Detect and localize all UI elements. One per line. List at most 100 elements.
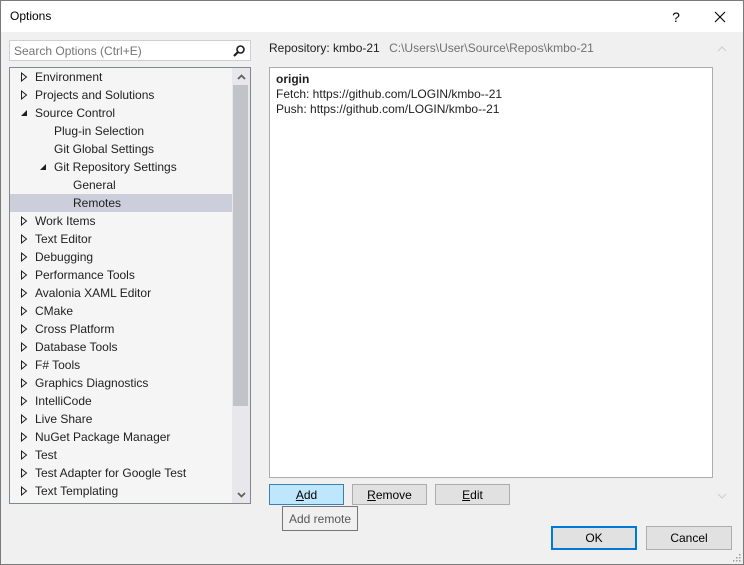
tree-item-label: Database Tools xyxy=(35,340,118,354)
remove-label-rest: emove xyxy=(375,487,412,502)
repository-label: Repository: kmbo-21 xyxy=(269,41,380,55)
tree-item-label: NuGet Package Manager xyxy=(35,430,171,444)
collapsed-triangle-icon[interactable] xyxy=(19,320,29,338)
tree-item-label: Source Control xyxy=(35,106,116,120)
options-tree: Environment Projects and Solutions Source … xyxy=(9,67,251,504)
tree-item[interactable]: Environment xyxy=(10,68,232,86)
tree-item[interactable]: Test Adapter for Google Test xyxy=(10,464,232,482)
tree-item[interactable]: CMake xyxy=(10,302,232,320)
tree-item-label: IntelliCode xyxy=(35,394,92,408)
collapsed-triangle-icon[interactable] xyxy=(19,428,29,446)
tree-item[interactable]: Test xyxy=(10,446,232,464)
collapsed-triangle-icon[interactable] xyxy=(19,86,29,104)
tree-item[interactable]: General xyxy=(10,176,232,194)
title-bar: Options ? xyxy=(1,1,743,32)
search-input[interactable] xyxy=(10,41,225,60)
remove-mnemonic: R xyxy=(367,487,376,502)
page-scroll-up[interactable] xyxy=(715,44,729,54)
collapsed-triangle-icon[interactable] xyxy=(19,212,29,230)
tree-item-label: Performance Tools xyxy=(35,268,135,282)
tree-item-label: Plug-in Selection xyxy=(54,124,145,138)
collapsed-triangle-icon[interactable] xyxy=(19,464,29,482)
ok-button[interactable]: OK xyxy=(551,526,637,550)
tree-item-label: Work Items xyxy=(35,214,96,228)
scroll-thumb[interactable] xyxy=(233,85,248,406)
tree-item[interactable]: Source Control xyxy=(10,104,232,122)
window-title: Options xyxy=(10,9,52,23)
collapsed-triangle-icon[interactable] xyxy=(19,446,29,464)
close-icon xyxy=(714,11,726,22)
collapsed-triangle-icon[interactable] xyxy=(19,356,29,374)
collapsed-triangle-icon[interactable] xyxy=(19,482,29,500)
tree-scrollbar[interactable] xyxy=(232,68,250,503)
tree-item[interactable]: Projects and Solutions xyxy=(10,86,232,104)
collapsed-triangle-icon[interactable] xyxy=(19,392,29,410)
tree-item-label: Text Editor xyxy=(35,232,92,246)
expanded-triangle-icon[interactable] xyxy=(38,158,48,176)
tree-item[interactable]: Live Share xyxy=(10,410,232,428)
scroll-down-button[interactable] xyxy=(232,486,250,503)
collapsed-triangle-icon[interactable] xyxy=(19,266,29,284)
help-button[interactable]: ? xyxy=(653,1,699,32)
collapsed-triangle-icon[interactable] xyxy=(19,374,29,392)
tree-item[interactable]: Text Templating xyxy=(10,482,232,500)
tree-item[interactable]: Plug-in Selection xyxy=(10,122,232,140)
tree-item[interactable]: Database Tools xyxy=(10,338,232,356)
add-mnemonic: A xyxy=(295,487,304,502)
add-label-rest: dd xyxy=(303,487,318,502)
tree-item-label: Graphics Diagnostics xyxy=(35,376,149,390)
resize-grip-icon[interactable] xyxy=(731,552,741,562)
tree-item-label: Remotes xyxy=(73,196,122,210)
expanded-triangle-icon[interactable] xyxy=(19,104,29,122)
tree-item-label: Live Share xyxy=(35,412,93,426)
help-icon: ? xyxy=(672,8,680,25)
collapsed-triangle-icon[interactable] xyxy=(19,410,29,428)
tree-item[interactable]: Work Items xyxy=(10,212,232,230)
tree-item[interactable]: Performance Tools xyxy=(10,266,232,284)
chevron-down-icon xyxy=(236,491,246,498)
tree-item-label: Test xyxy=(35,448,58,462)
collapsed-triangle-icon[interactable] xyxy=(19,338,29,356)
edit-mnemonic: E xyxy=(462,487,471,502)
tree-item[interactable]: Git Global Settings xyxy=(10,140,232,158)
tree-item[interactable]: F# Tools xyxy=(10,356,232,374)
tree-item[interactable]: IntelliCode xyxy=(10,392,232,410)
remotes-list[interactable]: origin Fetch: https://github.com/LOGIN/k… xyxy=(269,67,713,478)
edit-remote-button[interactable]: Edit xyxy=(435,484,510,505)
tree-item[interactable]: Debugging xyxy=(10,248,232,266)
options-dialog: Options ? Environment Projects and Soluti… xyxy=(0,0,744,565)
tree-item[interactable]: Text Editor xyxy=(10,230,232,248)
add-remote-button[interactable]: Add xyxy=(269,484,344,505)
tree-item-label: CMake xyxy=(35,304,74,318)
tree-list: Environment Projects and Solutions Source … xyxy=(10,68,232,500)
remote-item[interactable]: origin Fetch: https://github.com/LOGIN/k… xyxy=(276,72,502,117)
collapsed-triangle-icon[interactable] xyxy=(19,284,29,302)
search-icon[interactable] xyxy=(231,43,247,59)
remote-name: origin xyxy=(276,72,310,86)
collapsed-triangle-icon[interactable] xyxy=(19,248,29,266)
remove-remote-button[interactable]: Remove xyxy=(352,484,427,505)
tree-item[interactable]: Cross Platform xyxy=(10,320,232,338)
add-remote-tooltip: Add remote xyxy=(282,506,359,531)
tree-item-label: Cross Platform xyxy=(35,322,115,336)
chevron-down-icon xyxy=(717,493,727,499)
collapsed-triangle-icon[interactable] xyxy=(19,68,29,86)
collapsed-triangle-icon[interactable] xyxy=(19,230,29,248)
collapsed-triangle-icon[interactable] xyxy=(19,302,29,320)
scroll-up-button[interactable] xyxy=(232,68,250,85)
search-options-box xyxy=(9,40,251,61)
tree-item-label: F# Tools xyxy=(35,358,81,372)
chevron-up-icon xyxy=(236,73,246,80)
tree-item-label: General xyxy=(73,178,116,192)
tree-item[interactable]: Avalonia XAML Editor xyxy=(10,284,232,302)
remote-push-url: Push: https://github.com/LOGIN/kmbo--21 xyxy=(276,102,500,116)
page-scroll-down[interactable] xyxy=(715,491,729,501)
tree-item[interactable]: Git Repository Settings xyxy=(10,158,232,176)
tree-item[interactable]: Graphics Diagnostics xyxy=(10,374,232,392)
tree-item-label: Git Repository Settings xyxy=(54,160,177,174)
tree-item[interactable]: NuGet Package Manager xyxy=(10,428,232,446)
cancel-button[interactable]: Cancel xyxy=(646,526,732,550)
tree-item[interactable]: Remotes xyxy=(10,194,232,212)
close-button[interactable] xyxy=(697,1,743,32)
tree-item-label: Environment xyxy=(35,70,103,84)
